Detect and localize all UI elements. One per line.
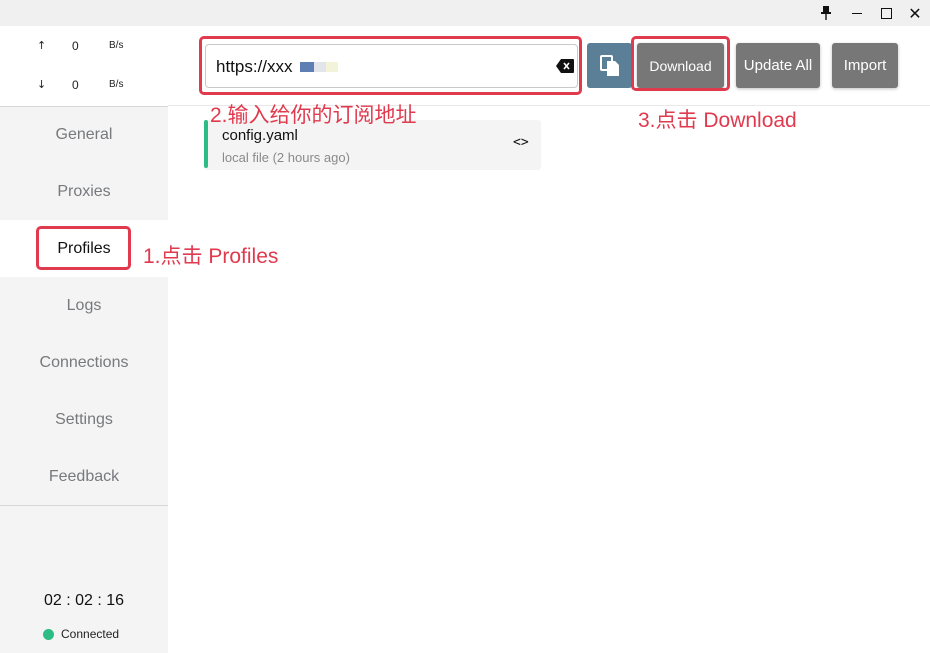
minimize-icon[interactable] — [842, 0, 872, 26]
upload-unit: B/s — [109, 40, 124, 51]
sidebar-item-label: Connections — [39, 353, 129, 371]
sidebar-item-label: Settings — [55, 410, 113, 428]
status-dot-icon — [43, 628, 54, 640]
traffic-monitor: ↑ 0 B/s ↓ 0 B/s — [0, 26, 168, 106]
sidebar-item-general[interactable]: General — [0, 106, 168, 163]
download-arrow-icon: ↓ — [37, 78, 47, 91]
annotation-step-3: 3.点击 Download — [638, 109, 797, 132]
pin-icon-glyph — [821, 6, 831, 20]
paste-button[interactable] — [587, 43, 632, 88]
paste-icon — [599, 54, 619, 76]
status-text: Connected — [61, 627, 120, 641]
active-profile-indicator — [204, 120, 208, 168]
import-button[interactable]: Import — [832, 43, 898, 88]
sidebar-item-proxies[interactable]: Proxies — [0, 163, 168, 220]
sidebar: ↑ 0 B/s ↓ 0 B/s General Proxies Profiles… — [0, 26, 168, 653]
annotation-box-url — [199, 36, 582, 95]
sidebar-item-label: Proxies — [57, 182, 111, 200]
update-all-button[interactable]: Update All — [736, 43, 820, 88]
sidebar-item-feedback[interactable]: Feedback — [0, 448, 168, 505]
annotation-step-2: 2.输入给你的订阅地址 — [210, 104, 417, 127]
sidebar-item-settings[interactable]: Settings — [0, 391, 168, 448]
title-bar: ✕ — [0, 0, 930, 26]
close-icon[interactable]: ✕ — [900, 0, 930, 26]
annotation-box-download — [631, 36, 730, 91]
connection-status: Connected — [43, 626, 119, 642]
edit-code-icon[interactable]: <> — [513, 135, 529, 150]
sidebar-item-label: Feedback — [48, 467, 120, 485]
pin-icon[interactable] — [811, 0, 841, 26]
download-unit: B/s — [109, 79, 124, 90]
sidebar-item-logs[interactable]: Logs — [0, 277, 168, 334]
upload-speed: ↑ 0 B/s — [0, 37, 168, 57]
maximize-icon[interactable] — [871, 0, 901, 26]
upload-arrow-icon: ↑ — [37, 39, 47, 52]
sidebar-divider-bottom — [0, 505, 168, 506]
sidebar-item-connections[interactable]: Connections — [0, 334, 168, 391]
upload-value: 0 — [72, 39, 79, 53]
profile-name: config.yaml — [222, 127, 298, 144]
uptime-clock: 02 : 02 : 16 — [43, 592, 125, 609]
download-speed: ↓ 0 B/s — [0, 76, 168, 96]
annotation-step-1: 1.点击 Profiles — [143, 245, 279, 268]
download-value: 0 — [72, 78, 79, 92]
sidebar-item-label: Logs — [66, 296, 102, 314]
sidebar-item-label: General — [55, 125, 113, 143]
annotation-box-profiles — [36, 226, 131, 270]
profile-subtitle: local file (2 hours ago) — [222, 150, 350, 165]
